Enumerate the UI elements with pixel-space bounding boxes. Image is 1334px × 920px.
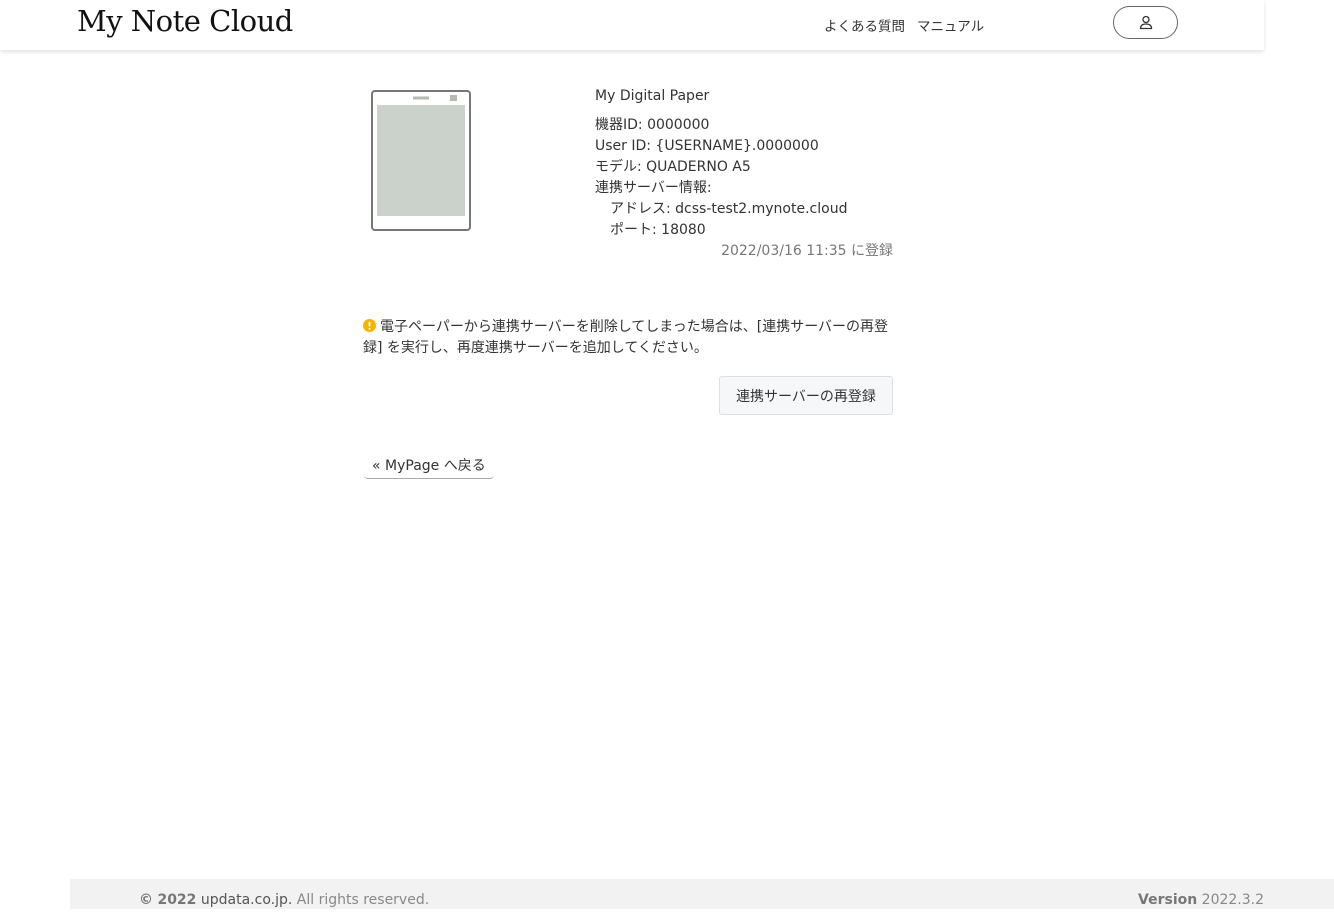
device-info-panel: My Digital Paper 機器ID: 0000000 User ID: … [595,86,893,262]
reregister-notice: 電子ペーパーから連携サーバーを削除してしまった場合は、[連携サーバーの再登録] … [363,317,895,359]
server-address: アドレス: dcss-test2.mynote.cloud [610,201,848,217]
site-header: My Note Cloud よくある質問 マニュアル [0,0,1264,50]
app-version: Version 2022.3.2 [1138,892,1264,908]
device-model: モデル: QUADERNO A5 [595,159,751,175]
nav-faq-link[interactable]: よくある質問 [824,15,905,35]
device-id: 機器ID: 0000000 [595,117,710,133]
site-footer: © 2022 updata.co.jp. All rights reserved… [70,879,1334,909]
notice-text: 電子ペーパーから連携サーバーを削除してしまった場合は、[連携サーバーの再登録] … [363,319,889,356]
user-menu-button[interactable] [1113,6,1178,39]
version-label: Version [1138,892,1198,908]
version-value: 2022.3.2 [1201,892,1264,908]
copyright-suffix: All rights reserved. [296,892,430,908]
copyright-year: 2022 [157,892,197,908]
device-user-id: User ID: {USERNAME}.0000000 [595,138,819,154]
warning-icon [363,319,376,332]
nav-manual-link[interactable]: マニュアル [917,15,984,35]
copyright-domain: updata.co.jp. [200,892,293,908]
site-logo[interactable]: My Note Cloud [77,4,293,38]
server-info-label: 連携サーバー情報: [595,180,712,196]
reregister-server-button[interactable]: 連携サーバーの再登録 [719,376,893,415]
device-name: My Digital Paper [595,88,710,104]
server-port: ポート: 18080 [610,222,706,238]
copyright: © 2022 updata.co.jp. All rights reserved… [139,892,429,908]
back-to-mypage-link[interactable]: « MyPage へ戻る [364,452,494,479]
registered-timestamp: 2022/03/16 11:35 に登録 [721,243,893,259]
copyright-symbol: © [139,892,153,908]
tablet-device-icon [371,90,472,236]
user-icon [1139,15,1152,30]
